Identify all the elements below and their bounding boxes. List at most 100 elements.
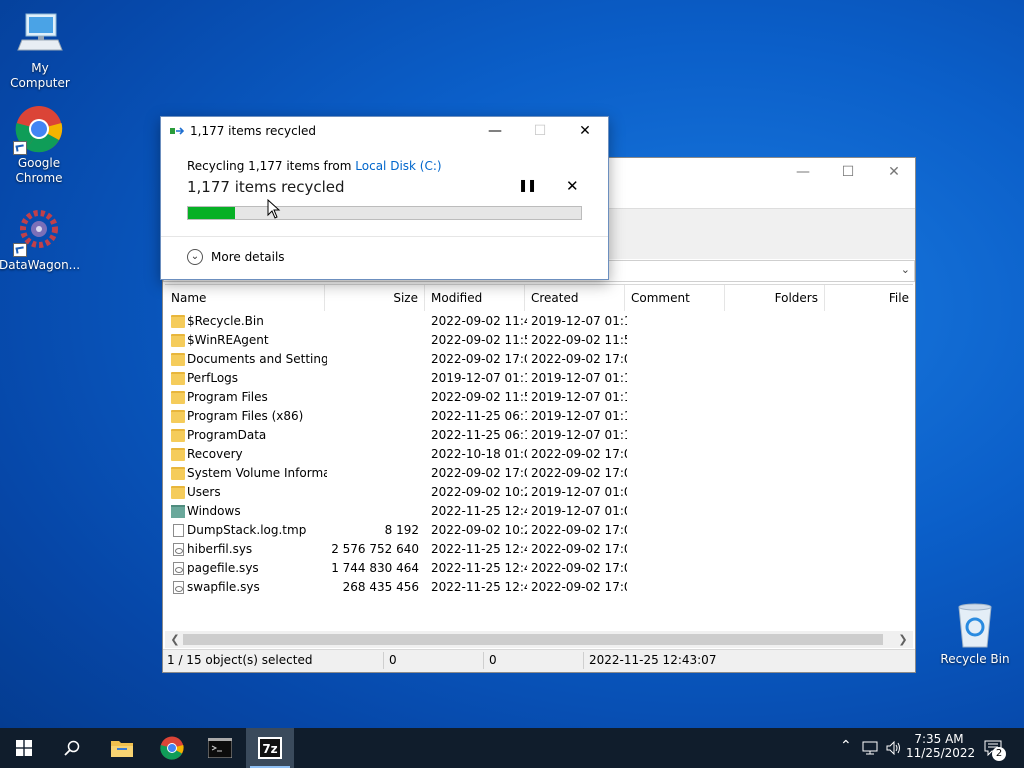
taskbar-7zip[interactable]: 7z — [246, 728, 294, 768]
clock-date: 11/25/2022 — [906, 746, 976, 760]
column-header-files[interactable]: File — [825, 285, 913, 311]
source-drive-link[interactable]: Local Disk (C:) — [355, 159, 441, 173]
pause-button[interactable]: ❚❚ — [518, 178, 537, 192]
folder-icon — [171, 410, 185, 423]
folder-icon — [171, 429, 185, 442]
column-header-comment[interactable]: Comment — [625, 285, 725, 311]
system-file-icon — [173, 562, 184, 575]
cell-name: ProgramData — [187, 428, 267, 442]
datawagon-icon — [13, 207, 63, 257]
close-button[interactable]: ✕ — [871, 158, 917, 186]
desktop-icon-datawagon[interactable]: DataWagon... — [0, 207, 80, 273]
cell-created: 2022-09-02 17:06 — [531, 561, 627, 575]
column-header-folders[interactable]: Folders — [725, 285, 825, 311]
table-row[interactable]: pagefile.sys 1 744 830 464 2022-11-25 12:4… — [165, 559, 913, 578]
cell-created: 2022-09-02 11:58 — [531, 333, 627, 347]
status-size-selected: 0 — [389, 653, 397, 667]
table-row[interactable]: swapfile.sys 268 435 456 2022-11-25 12:42 2… — [165, 578, 913, 597]
table-row[interactable]: ProgramData 2022-11-25 06:16 2019-12-07 01… — [165, 426, 913, 445]
table-row[interactable]: Documents and Settings 2022-09-02 17:09 20… — [165, 350, 913, 369]
status-bar: 1 / 15 object(s) selected 0 0 2022-11-25… — [163, 649, 915, 672]
recycle-bin-icon — [951, 601, 999, 649]
more-details-label: More details — [211, 250, 285, 264]
column-header-size[interactable]: Size — [325, 285, 425, 311]
table-row[interactable]: Recovery 2022-10-18 01:05 2022-09-02 17:09 — [165, 445, 913, 464]
desktop-icon-label: Google Chrome — [15, 156, 63, 185]
windows-logo-icon — [16, 740, 32, 756]
folder-icon — [171, 353, 185, 366]
table-row[interactable]: Users 2022-09-02 10:28 2019-12-07 01:03 — [165, 483, 913, 502]
volume-icon[interactable] — [886, 741, 902, 755]
cell-size: 268 435 456 — [342, 580, 419, 594]
network-icon[interactable] — [862, 741, 878, 755]
minimize-button[interactable]: — — [780, 158, 826, 186]
cell-size: 1 744 830 464 — [331, 561, 419, 575]
recycle-progress-icon — [170, 127, 184, 135]
cell-modified: 2022-11-25 12:43 — [431, 504, 527, 518]
cell-created: 2022-09-02 17:06 — [531, 466, 627, 480]
cell-created: 2019-12-07 01:14 — [531, 409, 627, 423]
cell-name: swapfile.sys — [187, 580, 260, 594]
cell-modified: 2019-12-07 01:14 — [431, 371, 527, 385]
table-row[interactable]: Program Files 2022-09-02 11:56 2019-12-07 … — [165, 388, 913, 407]
clock[interactable]: 7:35 AM 11/25/2022 — [906, 728, 976, 768]
table-row[interactable]: Program Files (x86) 2022-11-25 06:14 2019-… — [165, 407, 913, 426]
scrollbar-thumb[interactable] — [183, 634, 883, 645]
table-row[interactable]: Windows 2022-11-25 12:43 2019-12-07 01:03 — [165, 502, 913, 521]
cell-created: 2022-09-02 17:06 — [531, 523, 627, 537]
dialog-title: 1,177 items recycled — [190, 124, 317, 138]
taskbar-terminal[interactable] — [196, 728, 244, 768]
taskbar-chrome[interactable] — [148, 728, 196, 768]
cell-created: 2019-12-07 01:14 — [531, 314, 627, 328]
column-header-created[interactable]: Created — [525, 285, 625, 311]
file-icon — [173, 524, 184, 537]
table-row[interactable]: System Volume Informa... 2022-09-02 17:09… — [165, 464, 913, 483]
table-row[interactable]: hiberfil.sys 2 576 752 640 2022-11-25 12:4… — [165, 540, 913, 559]
table-row[interactable]: $Recycle.Bin 2022-09-02 11:41 2019-12-07 0… — [165, 312, 913, 331]
cancel-button[interactable]: ✕ — [566, 177, 579, 195]
notification-button[interactable]: 2 — [980, 728, 1010, 768]
recycle-source-text: Recycling 1,177 items from Local Disk (C… — [187, 159, 442, 173]
cell-created: 2019-12-07 01:14 — [531, 371, 627, 385]
folder-icon — [171, 334, 185, 347]
desktop-icon-my-computer[interactable]: My Computer — [0, 10, 80, 91]
cell-modified: 2022-11-25 06:16 — [431, 428, 527, 442]
horizontal-scrollbar[interactable]: ❮ ❯ — [165, 631, 913, 648]
folder-icon — [171, 315, 185, 328]
desktop-icon-google-chrome[interactable]: Google Chrome — [0, 105, 79, 186]
folder-icon — [111, 741, 133, 757]
cell-modified: 2022-09-02 11:56 — [431, 390, 527, 404]
desktop-icon-recycle-bin[interactable]: Recycle Bin — [935, 601, 1015, 667]
desktop-icon-label: Recycle Bin — [940, 652, 1010, 666]
recycle-progress-dialog: 1,177 items recycled — ☐ ✕ Recycling 1,1… — [160, 116, 609, 280]
taskbar-file-explorer[interactable] — [98, 728, 146, 768]
chevron-down-icon: ⌄ — [187, 249, 203, 265]
file-list[interactable]: Name Size Modified Created Comment Folde… — [165, 284, 913, 631]
cell-modified: 2022-11-25 12:42 — [431, 561, 527, 575]
dialog-minimize-button[interactable]: — — [472, 117, 518, 145]
cell-modified: 2022-09-02 11:41 — [431, 314, 527, 328]
scroll-left-icon[interactable]: ❮ — [167, 631, 183, 648]
chrome-icon — [160, 736, 184, 760]
cell-created: 2019-12-07 01:14 — [531, 390, 627, 404]
dialog-close-button[interactable]: ✕ — [562, 117, 608, 145]
table-row[interactable]: $WinREAgent 2022-09-02 11:58 2022-09-02 11… — [165, 331, 913, 350]
column-header-modified[interactable]: Modified — [425, 285, 525, 311]
folder-icon — [171, 448, 185, 461]
maximize-button[interactable]: ☐ — [825, 158, 871, 186]
cell-modified: 2022-11-25 12:42 — [431, 542, 527, 556]
cell-name: hiberfil.sys — [187, 542, 253, 556]
column-header-name[interactable]: Name — [165, 285, 325, 311]
progress-bar — [187, 206, 582, 220]
chevron-down-icon[interactable]: ⌄ — [901, 263, 910, 276]
table-row[interactable]: DumpStack.log.tmp 8 192 2022-09-02 10:21 20… — [165, 521, 913, 540]
chevron-up-icon[interactable]: ⌃ — [840, 738, 852, 754]
start-button[interactable] — [0, 728, 48, 768]
search-button[interactable] — [48, 728, 96, 768]
scroll-right-icon[interactable]: ❯ — [895, 631, 911, 648]
folder-icon — [171, 486, 185, 499]
table-row[interactable]: PerfLogs 2019-12-07 01:14 2019-12-07 01:14 — [165, 369, 913, 388]
cell-name: PerfLogs — [187, 371, 239, 385]
taskbar: 7z ⌃ 7:35 AM 11/25/2022 2 — [0, 728, 1024, 768]
cell-name: Program Files — [187, 390, 268, 404]
